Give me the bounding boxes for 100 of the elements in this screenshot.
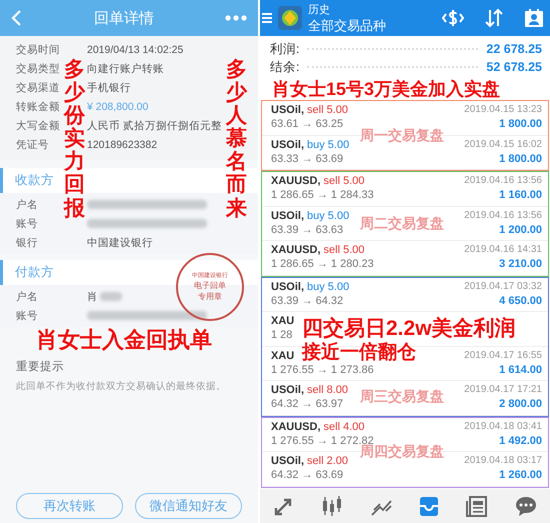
- profit-value: 1 614.00: [498, 362, 542, 378]
- symbol-label: USOil,: [271, 280, 304, 293]
- price-change: 1 276.55 → 1 273.86: [271, 362, 374, 378]
- inbox-icon[interactable]: [418, 495, 440, 517]
- field-value: 中国建设银行: [87, 236, 153, 250]
- field-label: 户名: [16, 198, 38, 210]
- trade-time: 2019.04.16 13:56: [464, 174, 542, 188]
- sort-icon[interactable]: [484, 8, 504, 28]
- app-logo-icon: [278, 6, 302, 30]
- field-label: 银行: [16, 236, 38, 248]
- symbol-label: USOil,: [271, 104, 304, 116]
- contact-card-icon[interactable]: [524, 8, 544, 28]
- profit-value: 1 200.00: [498, 222, 542, 238]
- group-caption: 周四交易复盘: [360, 443, 444, 461]
- order-type: buy 5.00: [307, 138, 350, 151]
- more-icon[interactable]: [224, 14, 248, 22]
- profit-value: 1 492.00: [498, 434, 542, 449]
- outline-button[interactable]: 微信通知好友: [135, 493, 242, 519]
- promo-caption: 多少人慕名而来: [226, 58, 247, 220]
- group-caption: 周一交易复盘: [360, 126, 444, 144]
- symbol-label: USOil,: [271, 210, 304, 222]
- promo-caption: 接近一倍翻仓: [302, 340, 416, 365]
- profit-value: 4 650.00: [498, 294, 542, 309]
- exchange-icon[interactable]: [442, 8, 464, 28]
- trade-time: 2019.04.15 16:02: [464, 138, 542, 152]
- order-type: sell 5.00: [307, 104, 348, 116]
- trade-time: 2019.04.17 17:21: [464, 383, 542, 398]
- price-change: 63.61 → 63.25: [271, 117, 344, 132]
- order-type: buy 5.00: [307, 210, 350, 222]
- outline-button[interactable]: 再次转账: [16, 493, 123, 519]
- summary-label: 结余:: [270, 58, 300, 76]
- order-type: sell 4.00: [324, 420, 364, 433]
- price-change: 64.32 → 63.97: [271, 397, 344, 412]
- promo-caption: 肖女士入金回执单: [36, 326, 212, 354]
- screen-title: 回单详情: [93, 8, 155, 28]
- symbol-label: USOil,: [271, 138, 304, 151]
- profit-value: 1 260.00: [498, 468, 542, 484]
- chat-bubble-icon[interactable]: [514, 495, 537, 517]
- summary-label: 利润:: [270, 40, 300, 58]
- notice-text: 此回单不作为收付款双方交易确认的最终依据。: [16, 380, 227, 393]
- field-label: 交易类型: [16, 62, 60, 74]
- summary-value: 22 678.25: [486, 42, 542, 56]
- field-label: 交易渠道: [16, 82, 60, 94]
- promo-caption: 多少份实力回报: [64, 58, 85, 220]
- symbol-label: XAU: [271, 350, 294, 362]
- symbol-label: XAUUSD,: [271, 175, 321, 188]
- field-label: 凭证号: [16, 138, 49, 150]
- symbol-label: XAUUSD,: [271, 420, 321, 433]
- trade-time: 2019.04.16 13:56: [464, 208, 542, 223]
- promo-caption: 肖女士15号3万美金加入实盘: [272, 78, 500, 101]
- symbol-label: XAU: [271, 315, 294, 328]
- screen-subtitle: 全部交易品种: [308, 18, 387, 33]
- field-value: 120189623382: [87, 138, 158, 150]
- trade-time: 2019.04.18 03:41: [464, 420, 542, 434]
- field-label: 大写金额: [16, 120, 60, 132]
- order-type: sell 8.00: [307, 384, 348, 396]
- field-value: 2019/04/13 14:02:25: [87, 44, 184, 56]
- field-label: 账号: [16, 218, 38, 230]
- field-label: 账号: [16, 310, 38, 322]
- price-change: 1 28: [271, 328, 294, 344]
- back-icon[interactable]: [10, 9, 24, 27]
- profit-value: 1 160.00: [498, 188, 542, 204]
- profit-value: 1 800.00: [498, 117, 542, 132]
- screen-title: 历史: [308, 3, 331, 18]
- field-label: 转账金额: [16, 100, 60, 112]
- field-label: 户名: [16, 290, 38, 302]
- profit-value: 3 210.00: [498, 257, 542, 272]
- field-value: 手机银行: [87, 80, 131, 94]
- field-value: 向建行账户转账: [87, 62, 164, 76]
- field-value: 肖: [87, 290, 98, 304]
- menu-icon[interactable]: [262, 12, 272, 24]
- order-type: sell 2.00: [307, 455, 348, 468]
- group-caption: 周二交易复盘: [360, 214, 444, 233]
- price-change: 1 286.65 → 1 284.33: [271, 188, 374, 204]
- field-value: 人民币 贰拾万捌仟捌佰元整: [87, 118, 222, 132]
- trade-time: 2019.04.16 14:31: [464, 243, 542, 258]
- trade-time: 2019.04.15 13:23: [464, 103, 542, 118]
- trade-time: 2019.04.17 16:55: [464, 348, 542, 363]
- trade-time: 2019.04.18 03:17: [464, 454, 542, 468]
- profit-value: 2 800.00: [498, 397, 542, 412]
- trade-time: 2019.04.17 03:32: [464, 280, 542, 294]
- order-type: sell 5.00: [324, 175, 364, 188]
- symbol-label: USOil,: [271, 455, 304, 468]
- profit-value: 1 800.00: [498, 152, 542, 167]
- summary-value: 52 678.25: [486, 60, 542, 74]
- price-change: 1 286.65 → 1 280.23: [271, 257, 374, 272]
- symbol-label: USOil,: [271, 384, 304, 396]
- symbol-label: XAUUSD,: [271, 244, 321, 256]
- field-value: ¥ 208,800.00: [87, 100, 148, 112]
- price-change: 63.33 → 63.69: [271, 152, 344, 167]
- promo-caption: 四交易日2.2w美金利润: [302, 316, 516, 342]
- order-type: sell 5.00: [324, 244, 364, 256]
- notice-title: 重要提示: [16, 360, 65, 374]
- newspaper-icon[interactable]: [466, 495, 488, 517]
- group-caption: 周三交易复盘: [360, 388, 444, 406]
- price-change: 63.39 → 63.63: [271, 222, 344, 238]
- candlestick-icon[interactable]: [321, 495, 344, 517]
- field-label: 交易时间: [16, 44, 60, 56]
- order-type: buy 5.00: [307, 280, 350, 293]
- price-change: 63.39 → 64.32: [271, 294, 344, 309]
